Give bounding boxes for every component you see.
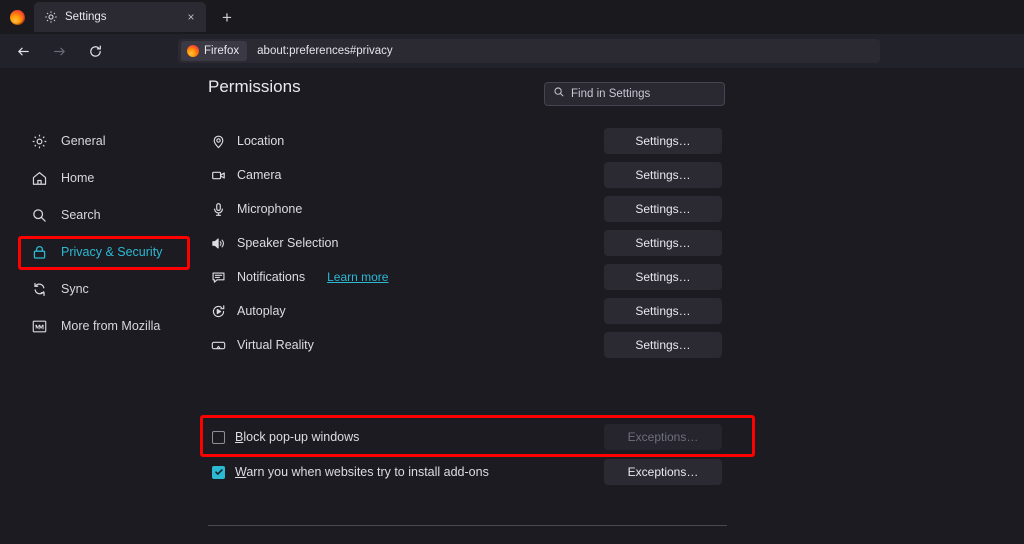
identity-chip[interactable]: Firefox: [181, 41, 248, 61]
tab-strip: Settings × +: [0, 0, 1024, 34]
speaker-icon: [210, 235, 227, 252]
button-label: Exceptions…: [627, 465, 699, 479]
speaker-settings-button[interactable]: Settings…: [604, 230, 722, 256]
learn-more-link[interactable]: Learn more: [327, 270, 388, 284]
virtual-reality-settings-button[interactable]: Settings…: [604, 332, 722, 358]
permission-label-group: Notifications Learn more: [210, 264, 388, 290]
permission-row-autoplay: Autoplay Settings…: [208, 298, 727, 324]
checkbox-row-block-popups: Block pop-up windows Exceptions…: [208, 424, 727, 450]
permission-label-group: Speaker Selection: [210, 230, 338, 256]
settings-page: Find in Settings General Home Search Pri…: [0, 68, 1024, 544]
permission-row-virtual-reality: Virtual Reality Settings…: [208, 332, 727, 358]
sidebar-item-label: General: [61, 134, 106, 148]
sidebar-item-general[interactable]: General: [30, 128, 105, 154]
permission-row-location: Location Settings…: [208, 128, 727, 154]
sidebar-item-label: Sync: [61, 282, 89, 296]
microphone-icon: [210, 201, 227, 218]
permissions-panel: Permissions Location Settings… Camera Se…: [208, 68, 768, 544]
permission-row-notifications: Notifications Learn more Settings…: [208, 264, 727, 290]
sidebar-item-label: More from Mozilla: [61, 319, 161, 333]
home-icon: [30, 169, 49, 188]
button-label: Settings…: [635, 236, 691, 250]
close-icon[interactable]: ×: [182, 8, 200, 26]
button-label: Exceptions…: [627, 430, 699, 444]
microphone-settings-button[interactable]: Settings…: [604, 196, 722, 222]
checkbox-label: Block pop-up windows: [235, 430, 359, 444]
permission-label: Speaker Selection: [237, 236, 339, 250]
notification-bubble-icon: [210, 269, 227, 286]
warn-addons-checkbox[interactable]: [212, 465, 225, 479]
browser-tab-settings[interactable]: Settings ×: [34, 2, 206, 32]
section-divider: [208, 525, 727, 526]
vr-headset-icon: [210, 337, 227, 354]
tab-title: Settings: [65, 11, 107, 23]
permission-row-microphone: Microphone Settings…: [208, 196, 727, 222]
page-title: Permissions: [208, 77, 301, 96]
identity-chip-label: Firefox: [204, 45, 240, 57]
forward-arrow-icon: [44, 38, 74, 64]
gear-icon: [44, 10, 58, 24]
sidebar-item-more-from-mozilla[interactable]: More from Mozilla: [30, 313, 160, 339]
url-text: about:preferences#privacy: [257, 45, 393, 57]
block-popups-exceptions-button[interactable]: Exceptions…: [604, 424, 722, 450]
sidebar-item-label: Privacy & Security: [61, 245, 163, 259]
sidebar-item-privacy-security[interactable]: Privacy & Security: [30, 239, 162, 265]
permission-row-camera: Camera Settings…: [208, 162, 727, 188]
search-icon: [30, 206, 49, 225]
lock-icon: [30, 243, 49, 262]
block-popups-checkbox[interactable]: [212, 430, 225, 444]
sidebar-item-label: Search: [61, 208, 101, 222]
permission-label-group: Camera: [210, 162, 281, 188]
gear-icon: [30, 132, 49, 151]
new-tab-button[interactable]: +: [212, 2, 242, 32]
checkbox-label-group[interactable]: Warn you when websites try to install ad…: [212, 459, 489, 485]
sidebar-item-label: Home: [61, 171, 95, 185]
permission-label: Virtual Reality: [237, 338, 314, 352]
button-label: Settings…: [635, 202, 691, 216]
settings-sidebar: General Home Search Privacy & Security S…: [0, 68, 200, 544]
permission-row-speaker-selection: Speaker Selection Settings…: [208, 230, 727, 256]
button-label: Settings…: [635, 134, 691, 148]
location-pin-icon: [210, 133, 227, 150]
warn-addons-exceptions-button[interactable]: Exceptions…: [604, 459, 722, 485]
sidebar-item-search[interactable]: Search: [30, 202, 101, 228]
notifications-settings-button[interactable]: Settings…: [604, 264, 722, 290]
autoplay-settings-button[interactable]: Settings…: [604, 298, 722, 324]
mozilla-m-icon: [30, 317, 49, 336]
permission-label-group: Autoplay: [210, 298, 286, 324]
sync-icon: [30, 280, 49, 299]
permission-label-group: Location: [210, 128, 284, 154]
permission-label-group: Microphone: [210, 196, 302, 222]
camera-settings-button[interactable]: Settings…: [604, 162, 722, 188]
sidebar-item-sync[interactable]: Sync: [30, 276, 89, 302]
firefox-logo: [0, 0, 34, 34]
button-label: Settings…: [635, 304, 691, 318]
checkbox-label-group[interactable]: Block pop-up windows: [212, 424, 359, 450]
checkbox-row-warn-addons: Warn you when websites try to install ad…: [208, 459, 727, 485]
button-label: Settings…: [635, 168, 691, 182]
back-arrow-icon[interactable]: [8, 38, 38, 64]
permission-label: Microphone: [237, 202, 303, 216]
permission-label: Autoplay: [237, 304, 286, 318]
permission-label-group: Virtual Reality: [210, 332, 314, 358]
firefox-logo-small: [187, 45, 199, 57]
button-label: Settings…: [635, 270, 691, 284]
address-bar[interactable]: Firefox about:preferences#privacy: [178, 39, 880, 63]
reload-icon[interactable]: [80, 38, 110, 64]
autoplay-icon: [210, 303, 227, 320]
permission-label: Location: [237, 134, 285, 148]
sidebar-item-home[interactable]: Home: [30, 165, 94, 191]
camera-icon: [210, 167, 227, 184]
label-rest: arn you when websites try to install add…: [246, 465, 489, 479]
location-settings-button[interactable]: Settings…: [604, 128, 722, 154]
label-rest: lock pop-up windows: [243, 430, 360, 444]
permission-label: Camera: [237, 168, 282, 182]
permission-label: Notifications: [237, 270, 306, 284]
accesskey-letter: W: [235, 465, 247, 479]
checkbox-label: Warn you when websites try to install ad…: [235, 465, 489, 479]
button-label: Settings…: [635, 338, 691, 352]
